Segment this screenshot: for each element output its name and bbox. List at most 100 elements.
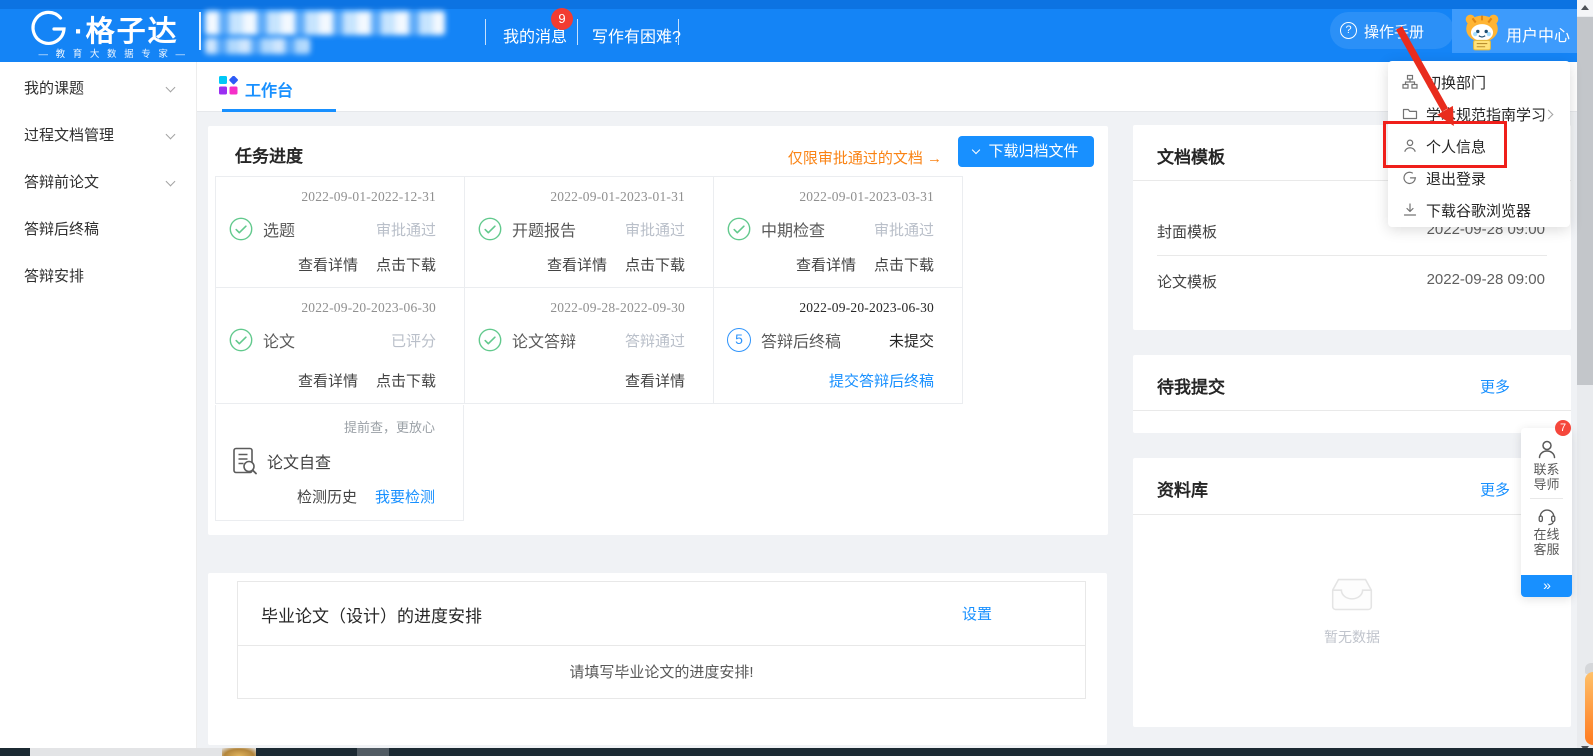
sidebar: 我的课题 过程文档管理 答辩前论文 答辩后终稿 答辩安排 [0,62,197,748]
sidebar-item-my-topics[interactable]: 我的课题 [0,65,196,112]
main-content: 任务进度 仅限审批通过的文档 → 下载归档文件 2022-09-01-2022-… [197,112,1577,748]
pending-submit-more-link[interactable]: 更多 [1480,376,1510,397]
task-name: 答辩后终稿 [761,328,841,352]
menu-item-download-chrome[interactable]: 下载谷歌浏览器 [1388,194,1570,226]
download-link[interactable]: 点击下载 [376,373,436,390]
step-number-badge: 5 [727,328,751,352]
task-cell-topic: 2022-09-01-2022-12-31 选题 审批通过 查看详情 点击下载 [216,177,465,287]
contact-tutor-label[interactable]: 联系导师 [1521,462,1572,492]
pending-submit-card: 待我提交 更多 [1133,355,1571,433]
page-scrollbar[interactable] [1577,0,1593,756]
scrollbar-up-arrow[interactable] [1577,0,1593,16]
schedule-empty-text: 请填写毕业论文的进度安排! [238,646,1085,700]
document-check-icon [229,446,259,476]
nav-divider [485,19,486,45]
nav-divider [577,19,578,45]
task-name: 选题 [263,217,295,241]
chevron-down-icon [166,83,176,93]
task-status: 审批通过 [625,219,685,240]
manual-button[interactable]: ? 操作手册 [1330,12,1454,49]
user-center-label: 用户中心 [1506,22,1570,46]
manual-label: 操作手册 [1364,21,1424,42]
task-status: 审批通过 [376,219,436,240]
top-header: ·格子达 — 教 育 大 数 据 专 家 — 我的消息 9 写作有困难? ? 操… [0,0,1577,62]
task-status: 未提交 [889,330,934,351]
pending-submit-title: 待我提交 [1157,373,1225,398]
check-circle-icon [478,217,502,241]
sidebar-item-process-docs[interactable]: 过程文档管理 [0,112,196,159]
submit-final-draft-link[interactable]: 提交答辩后终稿 [829,373,934,390]
sidebar-item-pre-defense[interactable]: 答辩前论文 [0,159,196,206]
blurred-school-name [205,11,445,35]
messages-badge: 9 [551,8,573,30]
logout-icon [1402,170,1418,186]
user-center-button[interactable]: 用户中心 [1452,9,1577,53]
download-archive-button[interactable]: 下载归档文件 [958,136,1094,167]
task-status: 已评分 [391,330,436,351]
view-details-link[interactable]: 查看详情 [298,373,358,390]
sidebar-item-final-draft[interactable]: 答辩后终稿 [0,206,196,253]
check-circle-icon [229,328,253,352]
task-date: 2022-09-01-2023-01-31 [478,189,685,205]
task-cell-final-draft: 2022-09-20-2023-06-30 5 答辩后终稿 未提交 提交答辩后终… [714,288,962,403]
empty-inbox-icon [1324,576,1380,614]
archive-filter-note: 仅限审批通过的文档 → [788,147,942,168]
chevron-down-icon [972,146,980,154]
floating-helper-widget: 联系导师 在线客服 » [1521,428,1572,597]
download-link[interactable]: 点击下载 [376,257,436,274]
cover-template-link[interactable]: 封面模板 [1157,221,1217,242]
schedule-settings-link[interactable]: 设置 [962,603,992,624]
check-history-link[interactable]: 检测历史 [297,489,357,506]
divider [1530,498,1563,499]
check-circle-icon [727,217,751,241]
self-check-title: 论文自查 [267,449,331,473]
schedule-box: 毕业论文（设计）的进度安排 设置 请填写毕业论文的进度安排! [237,581,1086,699]
thesis-template-link[interactable]: 论文模板 [1157,271,1217,292]
task-date: 2022-09-01-2022-12-31 [229,189,436,205]
task-date: 2022-09-28-2022-09-30 [478,300,685,316]
download-link[interactable]: 点击下载 [625,257,685,274]
download-link[interactable]: 点击下载 [874,257,934,274]
task-status: 审批通过 [874,219,934,240]
menu-item-switch-department[interactable]: 切换部门 [1388,66,1570,98]
contact-tutor-icon [1535,438,1559,462]
tab-bar: 工作台 [197,62,1577,112]
task-grid: 2022-09-01-2022-12-31 选题 审批通过 查看详情点击下载 2… [215,176,963,404]
desktop-taskbar [0,748,1593,756]
writing-help-link[interactable]: 写作有困难? [592,23,681,47]
self-check-cell: 提前查，更放心 论文自查 检测历史我要检测 [215,405,464,521]
divider [1133,514,1571,515]
thesis-template-date: 2022-09-28 09:00 [1427,271,1545,288]
start-check-link[interactable]: 我要检测 [375,489,435,506]
app-root: ·格子达 — 教 育 大 数 据 专 家 — 我的消息 9 写作有困难? ? 操… [0,0,1593,756]
task-cell-proposal: 2022-09-01-2023-01-31 开题报告 审批通过 查看详情点击下载 [465,177,714,287]
sidebar-item-defense-schedule[interactable]: 答辩安排 [0,253,196,300]
widget-expand-button[interactable]: » [1521,575,1572,597]
view-details-link[interactable]: 查看详情 [625,373,685,390]
templates-title: 文档模板 [1157,143,1225,168]
online-service-label[interactable]: 在线客服 [1521,527,1572,557]
tab-workbench[interactable]: 工作台 [245,77,293,101]
user-avatar [1462,12,1502,52]
library-more-link[interactable]: 更多 [1480,479,1510,500]
folder-icon [1402,106,1418,122]
task-date: 2022-09-20-2023-06-30 [727,300,934,316]
brand-tagline: — 教 育 大 数 据 专 家 — [28,46,198,60]
chevron-down-icon [166,130,176,140]
side-float-button[interactable] [1585,672,1593,745]
view-details-link[interactable]: 查看详情 [796,257,856,274]
taskbar-segment [357,748,389,756]
view-details-link[interactable]: 查看详情 [298,257,358,274]
library-title: 资料库 [1157,476,1208,501]
view-details-link[interactable]: 查看详情 [547,257,607,274]
scrollbar-thumb[interactable] [1577,17,1593,385]
task-name: 论文 [263,328,295,352]
check-circle-icon [478,328,502,352]
annotation-red-box [1383,121,1507,168]
brand-logo-icon [28,7,70,49]
library-card: 资料库 更多 暂无数据 [1133,458,1571,727]
task-date: 2022-09-01-2023-03-31 [727,189,934,205]
task-progress-card: 任务进度 仅限审批通过的文档 → 下载归档文件 2022-09-01-2022-… [208,126,1108,535]
chevron-down-icon [166,177,176,187]
online-service-icon [1536,505,1558,527]
